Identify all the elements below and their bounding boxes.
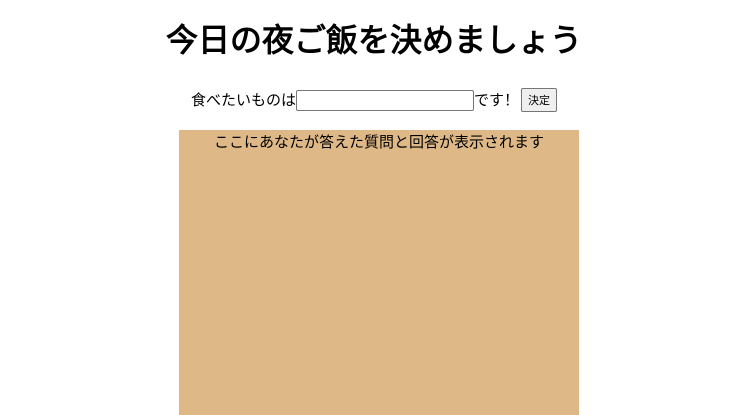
suffix-label: です！: [474, 91, 520, 109]
prefix-label: 食べたいものは: [190, 91, 296, 109]
result-text: ここにあなたが答えた質問と回答が表示されます: [213, 133, 544, 151]
result-area: ここにあなたが答えた質問と回答が表示されます: [179, 130, 579, 415]
decide-button[interactable]: 決定: [521, 88, 558, 112]
page: 今日の夜ご飯を決めましょう 食べたいものは です！ 決定 ここにあなたが答えた質…: [0, 0, 748, 415]
page-title: 今日の夜ご飯を決めましょう: [165, 21, 582, 59]
food-form: 食べたいものは です！ 決定: [0, 88, 748, 112]
food-input[interactable]: [296, 89, 474, 111]
